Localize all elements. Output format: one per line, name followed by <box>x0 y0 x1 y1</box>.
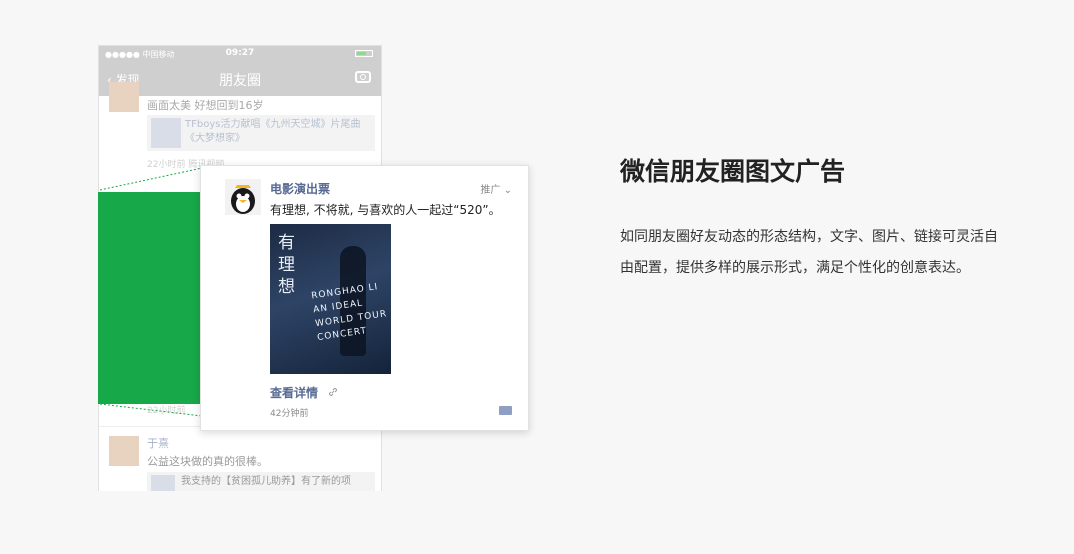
link-thumb <box>151 475 175 491</box>
chevron-down-icon: ⌄ <box>503 185 512 196</box>
battery-icon <box>355 50 373 57</box>
poster-en-title: RONGHAO LI AN IDEAL WORLD TOUR CONCERT <box>310 282 388 344</box>
video-thumb <box>151 118 181 148</box>
feed-text: 画面太美 好想回到16岁 <box>147 99 264 112</box>
penguin-avatar <box>225 179 261 215</box>
feed-link-box[interactable]: 我支持的【贫困孤儿助养】有了新的项 <box>147 472 375 491</box>
feed-item: 于熹 公益这块做的真的很棒。 我支持的【贫困孤儿助养】有了新的项 <box>99 432 381 491</box>
feed-text: 公益这块做的真的很棒。 <box>147 455 268 468</box>
view-detail-link[interactable]: 查看详情 <box>270 384 318 401</box>
camera-icon[interactable] <box>355 71 371 83</box>
page-description: 如同朋友圈好友动态的形态结构，文字、图片、链接可灵活自由配置，提供多样的展示形式… <box>620 229 998 276</box>
status-bar: ●●●●● 中国移动 09:27 <box>99 46 381 62</box>
avatar <box>109 82 139 112</box>
avatar <box>109 436 139 466</box>
ad-time: 42分钟前 <box>270 409 309 419</box>
comment-icon[interactable] <box>499 406 512 415</box>
ad-text: 有理想, 不将就, 与喜欢的人一起过“520”。 <box>270 203 501 217</box>
poster-cn-title: 有理想 <box>278 233 295 297</box>
feed-nick[interactable]: 于熹 <box>147 435 169 451</box>
page-headline: 微信朋友圈图文广告 <box>620 157 846 186</box>
nav-title: 朋友圈 <box>219 73 261 89</box>
link-icon <box>329 388 337 396</box>
feed-link-title: TFboys活力献唱《九州天空城》片尾曲《大梦想家》 <box>185 119 361 144</box>
ad-card: 电影演出票 推广 ⌄ 有理想, 不将就, 与喜欢的人一起过“520”。 有理想 … <box>200 165 529 431</box>
connector-top <box>99 167 203 191</box>
concert-poster[interactable]: 有理想 RONGHAO LI AN IDEAL WORLD TOUR CONCE… <box>270 224 391 374</box>
promo-tag[interactable]: 推广 ⌄ <box>480 181 512 196</box>
ad-account-name[interactable]: 电影演出票 <box>270 180 330 197</box>
nav-bar: ‹ 发现 朋友圈 <box>99 62 381 96</box>
status-time: 09:27 <box>225 48 255 58</box>
feed-link-box[interactable]: TFboys活力献唱《九州天空城》片尾曲《大梦想家》 <box>147 115 375 151</box>
promo-tag-label: 推广 <box>480 185 501 196</box>
connector-lines <box>99 167 203 417</box>
connector-bottom <box>99 403 203 417</box>
feed-link-title: 我支持的【贫困孤儿助养】有了新的项 <box>181 476 351 487</box>
